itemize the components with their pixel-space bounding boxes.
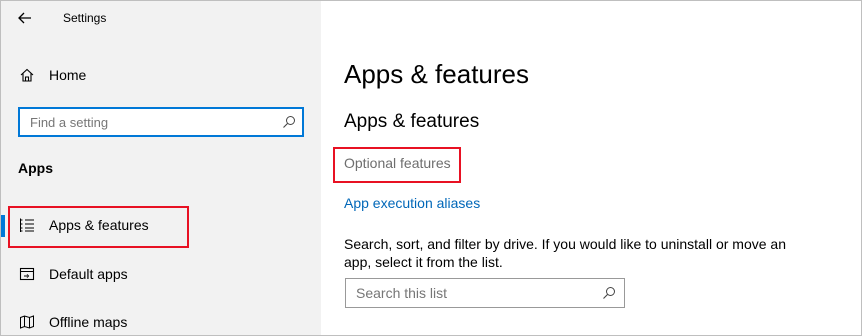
map-icon — [19, 314, 35, 330]
home-icon — [19, 67, 35, 83]
main-content: Apps & features Apps & features Optional… — [321, 1, 861, 335]
search-icon — [282, 115, 296, 129]
app-execution-aliases-link[interactable]: App execution aliases — [344, 195, 480, 211]
sidebar-item-offline-maps[interactable]: Offline maps — [1, 304, 321, 336]
search-list-input[interactable] — [346, 279, 596, 307]
find-setting-input[interactable] — [20, 109, 270, 135]
sidebar-item-default-apps[interactable]: Default apps — [1, 256, 321, 292]
home-label: Home — [49, 67, 87, 83]
section-title: Apps & features — [344, 111, 480, 132]
sidebar-item-home[interactable]: Home — [1, 59, 321, 91]
sidebar-item-label: Apps & features — [49, 217, 149, 233]
optional-features-link[interactable]: Optional features — [344, 155, 451, 171]
sidebar-item-label: Offline maps — [49, 314, 128, 330]
sidebar-item-apps-features[interactable]: Apps & features — [1, 207, 321, 243]
section-heading-apps: Apps — [18, 160, 53, 176]
search-list-box[interactable] — [345, 278, 625, 308]
window-title: Settings — [63, 11, 107, 25]
back-arrow-icon[interactable] — [15, 8, 35, 28]
sidebar-item-label: Default apps — [49, 266, 128, 282]
description-text: Search, sort, and filter by drive. If yo… — [344, 236, 786, 270]
search-icon — [602, 286, 616, 300]
default-apps-icon — [19, 266, 35, 282]
sidebar: Settings Home Apps Apps & features Defau… — [1, 1, 321, 335]
active-indicator — [1, 215, 5, 237]
page-title: Apps & features — [344, 59, 529, 89]
list-icon — [19, 217, 35, 233]
find-setting-search[interactable] — [18, 107, 304, 137]
